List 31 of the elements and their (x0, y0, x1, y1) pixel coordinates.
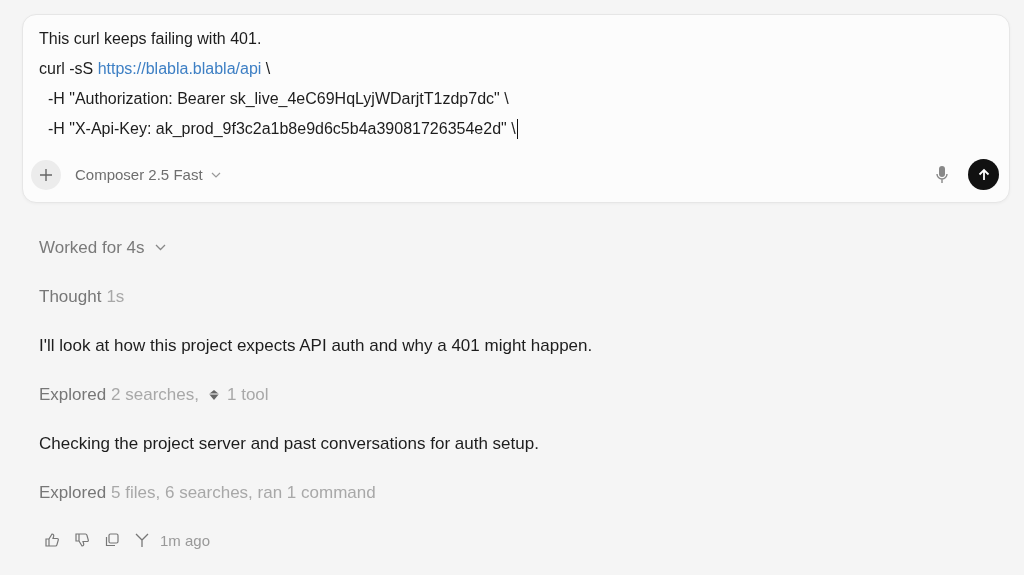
text-cursor (516, 119, 519, 139)
branch-icon[interactable] (134, 532, 150, 548)
assistant-message: Checking the project server and past conversations for auth setup. (39, 433, 539, 454)
explored-label[interactable]: Explored (39, 482, 107, 503)
explored-label[interactable]: Explored (39, 384, 107, 405)
explored-detail: 5 files, 6 searches, ran 1 command (111, 482, 376, 503)
add-button[interactable] (31, 159, 61, 190)
chevron-down-icon (210, 171, 221, 178)
microphone-icon[interactable] (936, 165, 948, 184)
model-dropdown[interactable]: Composer 2.5 Fast (71, 166, 225, 183)
worked-toggle[interactable]: Worked for 4s (39, 237, 166, 258)
thumbs-down-icon[interactable] (74, 532, 90, 548)
send-button[interactable] (968, 159, 999, 190)
arrow-up-icon (976, 167, 991, 182)
chevron-down-icon (154, 244, 166, 251)
assistant-message: I'll look at how this project expects API auth and why a 401 might happen. (39, 335, 593, 356)
explored-detail: 2 searches, (111, 384, 199, 405)
prompt-text: This curl keeps failing with 401. (39, 29, 262, 49)
explored-detail: 1 tool (227, 384, 269, 405)
url-link[interactable]: https://blabla.blabla/api (97, 59, 262, 79)
copy-icon[interactable] (104, 532, 120, 548)
tool-icon (208, 388, 220, 401)
timestamp: 1m ago (160, 531, 211, 549)
thought-label[interactable]: Thought (39, 286, 102, 307)
plus-icon (38, 166, 54, 183)
prompt-text: -H "X-Api-Key: ak_prod_9f3c2a1b8e9d6c5b4a39081726354e2d" \ (46, 119, 516, 139)
prompt-text: -H "Authorization: Bearer sk_live_4eC69HqLyjWDarjtT1zdp7dc" \ (46, 89, 509, 109)
thought-duration: 1s (106, 286, 125, 307)
prompt-text: curl -sS (39, 59, 95, 79)
prompt-text: \ (264, 59, 271, 79)
thumbs-up-icon[interactable] (44, 532, 60, 548)
